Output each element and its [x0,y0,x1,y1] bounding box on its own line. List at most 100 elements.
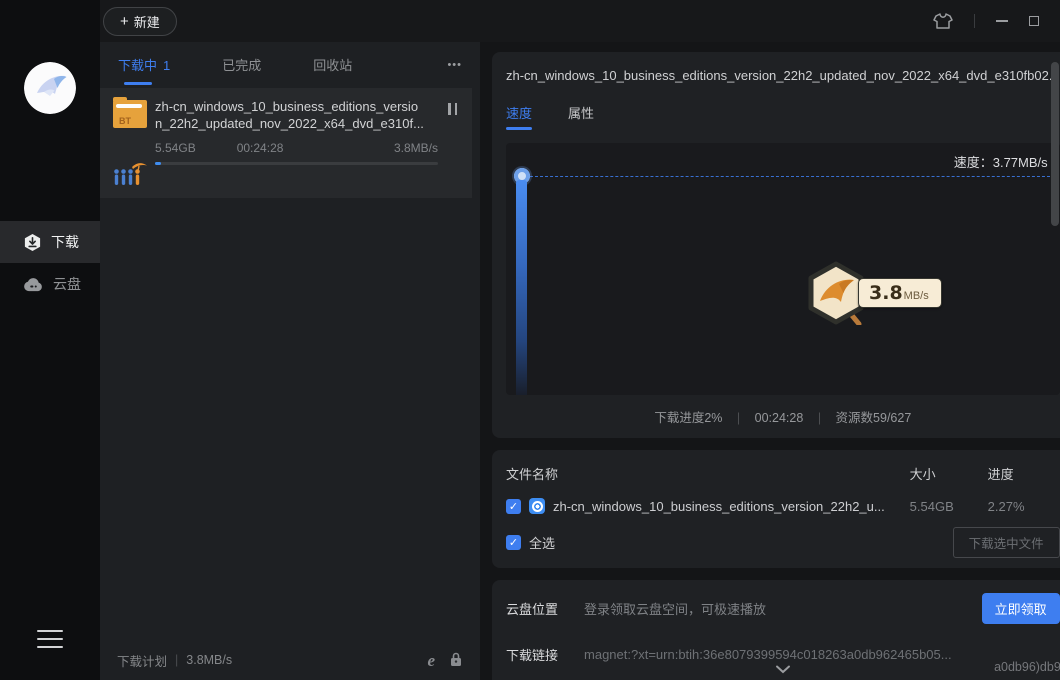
stat-separator: | [737,411,740,425]
select-all-label: 全选 [529,533,555,552]
claim-now-button[interactable]: 立即领取 [982,593,1060,624]
bt-folder-icon: BT [113,100,147,128]
task-list-panel: 下载中1 已完成 回收站 ••• BT zh [100,42,480,680]
task-size: 5.54GB [155,141,196,155]
plus-icon: + [120,14,129,29]
speed-readout-label: 速度： [954,155,993,170]
speed-curve-area [516,180,527,395]
footer-speed: 3.8MB/s [186,653,232,667]
speed-card: zh-cn_windows_10_business_editions_versi… [492,52,1060,438]
speed-readout: 速度：3.77MB/s [954,152,1048,171]
chevron-down-icon[interactable] [775,661,791,679]
task-meta: 5.54GB 00:24:28 3.8MB/s [155,141,438,155]
badge-speed-value: 3.8 [869,282,903,304]
detail-title: zh-cn_windows_10_business_editions_versi… [506,52,1060,85]
file-size: 5.54GB [910,499,988,514]
minimize-icon [996,20,1008,22]
hexagon-bird-icon [806,261,866,325]
download-link-label: 下载链接 [506,645,558,664]
task-progress-fill [155,162,161,165]
task-speed: 3.8MB/s [394,141,438,155]
titlebar-separator [974,14,975,28]
tab-speed[interactable]: 速度 [506,103,532,123]
cloud-location-row: 云盘位置 登录领取云盘空间，可极速播放 立即领取 [506,593,1060,624]
speedup-ants-icon [112,161,148,191]
new-task-label: 新建 [134,12,160,31]
check-icon: ✓ [509,500,518,513]
window-controls: ✕ [933,12,1060,30]
list-footer: 下载计划 | 3.8MB/s e [100,640,480,680]
cloud-icon [23,277,44,292]
minimize-button[interactable] [996,20,1008,22]
sidebar-item-label: 云盘 [53,274,81,294]
sidebar-item-cloud[interactable]: 云盘 [0,263,100,305]
tab-trash[interactable]: 回收站 [313,55,352,76]
browser-e-icon[interactable]: e [427,652,435,669]
download-plan-label[interactable]: 下载计划 [117,651,167,670]
footer-icons: e [427,651,463,670]
window-scrollbar[interactable] [1051,62,1059,226]
titlebar: + 新建 ✕ [100,0,1060,42]
avatar[interactable] [24,62,76,114]
thunder-bird-logo [24,62,76,114]
file-row[interactable]: ✓ zh-cn_windows_10_business_editions_ver… [506,498,1060,514]
task-time: 00:24:28 [237,141,284,155]
tab-downloading-label: 下载中 [118,55,157,76]
files-footer-row: ✓ 全选 下载选中文件 [506,527,1060,558]
stat-progress: 下载进度2% [654,411,722,425]
detail-panel: zh-cn_windows_10_business_editions_versi… [480,42,1060,680]
list-tabs: 下载中 1 已完成 回收站 ••• [100,42,480,88]
tab-downloading-count: 1 [163,58,170,73]
maximize-icon [1029,16,1039,26]
app-window: 下载 云盘 + 新建 [0,0,1060,680]
file-progress: 2.27% [988,499,1060,514]
header-progress: 进度 [988,464,1060,483]
new-task-button[interactable]: + 新建 [103,7,177,36]
file-checkbox[interactable]: ✓ [506,499,521,514]
content: 下载中1 已完成 回收站 ••• BT zh [100,42,1060,680]
cloud-login-hint: 登录领取云盘空间，可极速播放 [584,599,766,618]
download-task-item[interactable]: BT zh-cn_windows_10_business_editions_ve… [100,88,472,198]
tab-properties[interactable]: 属性 [568,103,594,123]
tab-completed-label: 已完成 [222,55,261,76]
stat-separator: | [818,411,821,425]
footer-separator: | [175,653,178,667]
task-name: zh-cn_windows_10_business_editions_versi… [155,98,431,132]
tab-completed[interactable]: 已完成 [222,55,261,76]
task-progress-bar [155,162,438,165]
hash-fragment-text: a0db96)db9624 [994,660,1060,674]
magnet-link[interactable]: magnet:?xt=urn:btih:36e8079399594c018263… [584,647,952,662]
speed-readout-value: 3.77MB/s [993,155,1048,170]
header-file-name: 文件名称 [506,464,910,483]
speed-badge-label: 3.8 MB/s [858,278,942,308]
sidebar-item-label: 下载 [51,232,79,252]
speed-chart: 速度：3.77MB/s [506,143,1060,395]
chart-stats: 下载进度2% | 00:24:28 | 资源数59/627 [506,407,1060,426]
more-icon[interactable]: ••• [447,59,462,71]
files-card: 文件名称 大小 进度 ✓ zh-cn_windows_10_business_e… [492,450,1060,568]
tab-downloading[interactable]: 下载中 1 [118,55,170,76]
skin-shirt-icon[interactable] [933,12,953,30]
sidebar: 下载 云盘 [0,0,100,680]
stat-resources: 资源数59/627 [836,411,912,425]
file-name: zh-cn_windows_10_business_editions_versi… [553,499,885,514]
tab-trash-label: 回收站 [313,55,352,76]
sidebar-item-download[interactable]: 下载 [0,221,100,263]
stat-time: 00:24:28 [755,411,804,425]
select-all-checkbox[interactable]: ✓ [506,535,521,550]
pause-button[interactable] [448,103,457,115]
maximize-button[interactable] [1029,16,1039,26]
menu-icon[interactable] [37,624,63,654]
main-area: + 新建 ✕ 下载中 1 [100,0,1060,680]
download-selected-button[interactable]: 下载选中文件 [953,527,1060,558]
cloud-card: 云盘位置 登录领取云盘空间，可极速播放 立即领取 下载链接 magnet:?xt… [492,580,1060,680]
files-header-row: 文件名称 大小 进度 [506,464,1060,483]
iso-file-icon [529,498,545,514]
lock-icon[interactable] [449,651,463,670]
max-speed-dashed-line [530,176,1055,177]
speed-badge: 3.8 MB/s [806,261,942,325]
bt-badge-label: BT [119,116,131,126]
detail-tabs: 速度 属性 [506,103,1060,123]
cloud-location-label: 云盘位置 [506,599,558,618]
badge-speed-unit: MB/s [904,290,929,302]
